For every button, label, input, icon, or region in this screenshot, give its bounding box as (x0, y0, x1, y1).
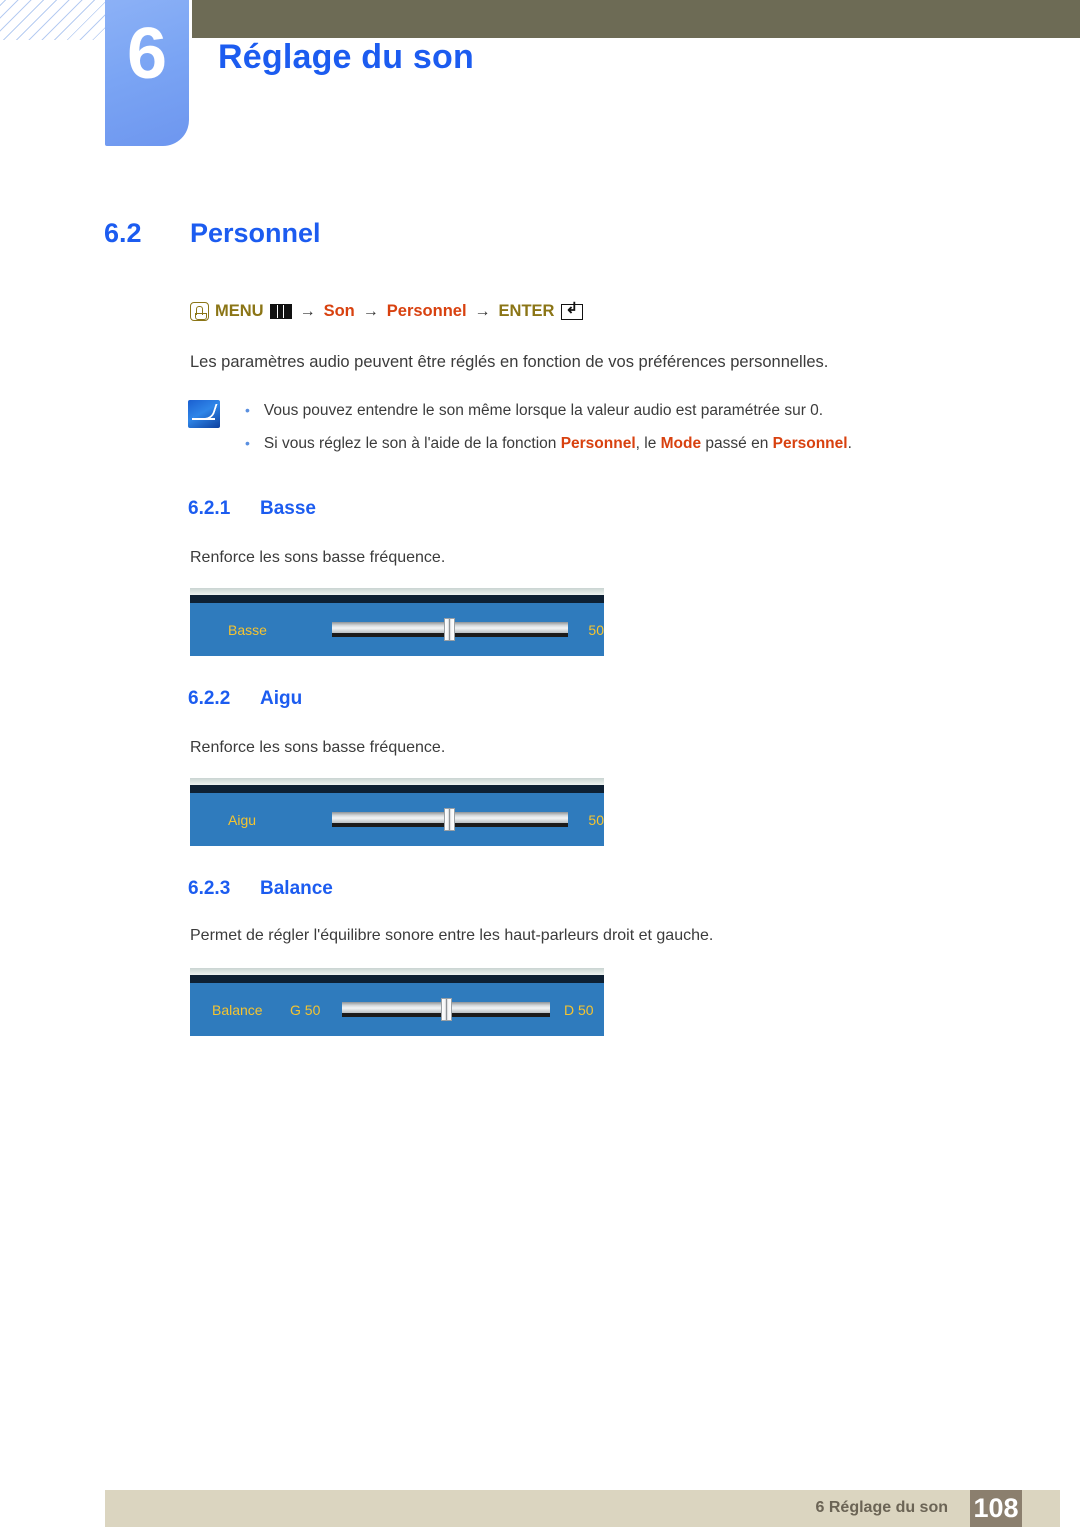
subsection-heading-basse: 6.2.1 Basse (188, 498, 316, 520)
subsection-number: 6.2.3 (188, 878, 231, 899)
list-item: • Si vous réglez le son à l'aide de la f… (245, 435, 852, 453)
osd-top-strip (190, 778, 604, 785)
menu-path-item-personnel: Personnel (386, 302, 467, 320)
osd-slider-basse[interactable] (331, 618, 569, 641)
slider-thumb[interactable] (444, 618, 456, 641)
menu-path-item-son: Son (323, 302, 355, 320)
slider-thumb[interactable] (440, 998, 452, 1021)
osd-panel-basse: Basse 50 (190, 588, 604, 656)
osd-dark-strip (190, 595, 604, 603)
highlight-mode: Mode (660, 435, 702, 452)
section-number: 6.2 (104, 218, 142, 248)
osd-dark-strip (190, 975, 604, 983)
note-text-2: Si vous réglez le son à l'aide de la fon… (263, 435, 852, 452)
bullet-icon: • (245, 402, 250, 418)
highlight-personnel-1: Personnel (560, 435, 636, 452)
intro-paragraph: Les paramètres audio peuvent être réglés… (190, 353, 829, 371)
osd-value-basse: 50 (588, 621, 604, 638)
osd-label-balance: Balance (212, 1001, 263, 1018)
osd-right-value: D 50 (564, 1001, 594, 1018)
menu-label: MENU (215, 302, 264, 320)
subsection-title: Aigu (260, 688, 303, 709)
chapter-title: Réglage du son (218, 38, 474, 76)
list-item: • Vous pouvez entendre le son même lorsq… (245, 402, 852, 420)
subsection-title: Basse (260, 498, 316, 519)
description-basse: Renforce les sons basse fréquence. (190, 549, 446, 566)
subsection-title: Balance (260, 878, 333, 899)
section-heading: 6.2 Personnel (104, 218, 321, 249)
note-text-1: Vous pouvez entendre le son même lorsque… (263, 402, 824, 419)
description-balance: Permet de régler l'équilibre sonore entr… (190, 927, 714, 944)
highlight-personnel-2: Personnel (772, 435, 848, 452)
note-list: • Vous pouvez entendre le son même lorsq… (245, 402, 852, 468)
osd-slider-aigu[interactable] (331, 808, 569, 831)
enter-label: ENTER (498, 302, 555, 320)
path-arrow-2: → (362, 302, 379, 320)
subsection-number: 6.2.1 (188, 498, 231, 519)
osd-dark-strip (190, 785, 604, 793)
osd-label-aigu: Aigu (228, 811, 257, 828)
subsection-heading-balance: 6.2.3 Balance (188, 878, 333, 900)
osd-left-value: G 50 (290, 1001, 321, 1018)
subsection-heading-aigu: 6.2.2 Aigu (188, 688, 302, 710)
chapter-number: 6 (126, 14, 168, 94)
osd-value-aigu: 50 (588, 811, 604, 828)
note-pencil-icon (188, 400, 220, 428)
osd-top-strip (190, 968, 604, 975)
osd-panel-aigu: Aigu 50 (190, 778, 604, 846)
enter-key-icon (561, 301, 584, 320)
osd-label-basse: Basse (228, 621, 267, 638)
osd-panel-balance: Balance G 50 D 50 (190, 968, 604, 1036)
menu-grid-icon (269, 304, 292, 319)
slider-thumb[interactable] (444, 808, 456, 831)
subsection-number: 6.2.2 (188, 688, 231, 709)
page-number: 108 (970, 1490, 1022, 1527)
description-aigu: Renforce les sons basse fréquence. (190, 739, 446, 756)
path-arrow-3: → (474, 302, 491, 320)
footer-bar: 6 Réglage du son 108 (105, 1490, 1060, 1527)
menu-path: MENU → Son → Personnel → ENTER (190, 301, 584, 321)
section-title: Personnel (190, 218, 321, 248)
osd-slider-balance[interactable] (342, 998, 550, 1021)
osd-body: Aigu 50 (190, 793, 604, 846)
bullet-icon: • (245, 435, 250, 451)
osd-body: Balance G 50 D 50 (190, 983, 604, 1036)
path-arrow-1: → (299, 302, 316, 320)
chapter-number-block: 6 (105, 0, 189, 146)
osd-top-strip (190, 588, 604, 595)
footer-chapter-text: 6 Réglage du son (815, 1499, 948, 1516)
osd-body: Basse 50 (190, 603, 604, 656)
hand-press-icon (190, 302, 209, 321)
header-olive-bar (192, 0, 1080, 38)
